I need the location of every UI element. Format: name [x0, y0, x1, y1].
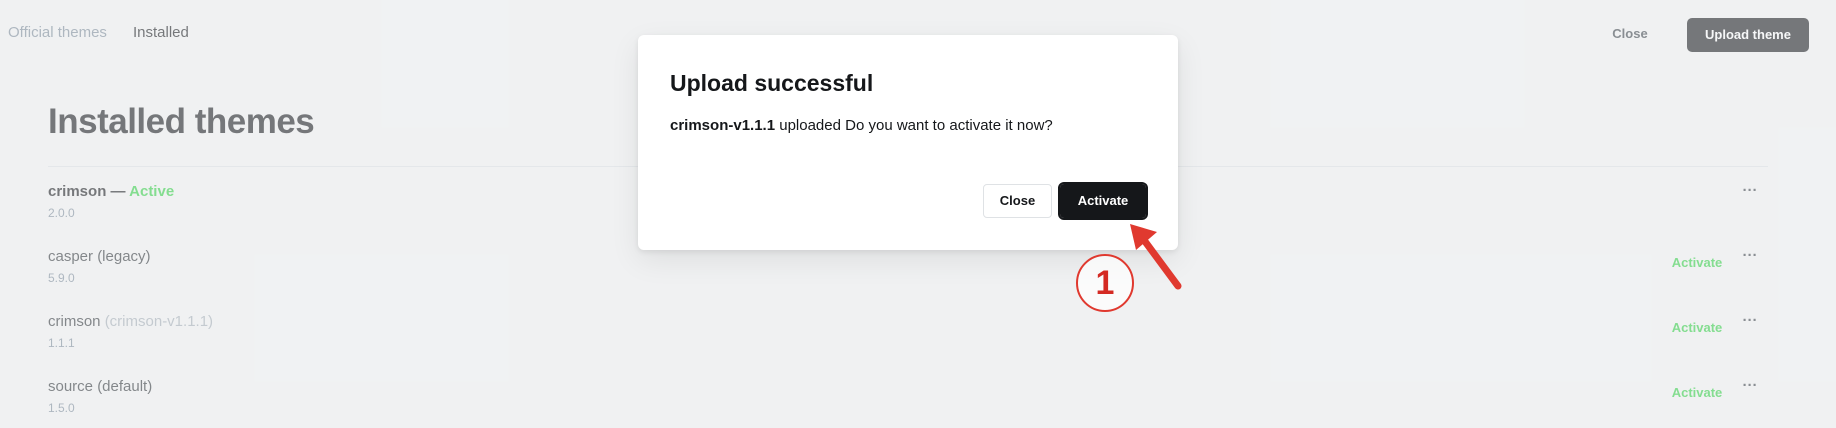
arrow-shaft [1137, 232, 1182, 290]
modal-close-button[interactable]: Close [983, 184, 1052, 218]
arrow-head [1130, 224, 1157, 250]
modal-message: crimson-v1.1.1 uploaded Do you want to a… [670, 117, 1053, 134]
modal-activate-button[interactable]: Activate [1058, 182, 1148, 220]
package-name: crimson-v1.1.1 [670, 117, 776, 134]
upload-success-modal: Upload successful crimson-v1.1.1 uploade… [638, 35, 1178, 250]
modal-title: Upload successful [670, 70, 874, 96]
red-pointer-arrow-icon [1130, 224, 1182, 290]
message-text: uploaded Do you want to activate it now? [779, 117, 1053, 134]
step-number-badge: 1 [1076, 254, 1134, 312]
